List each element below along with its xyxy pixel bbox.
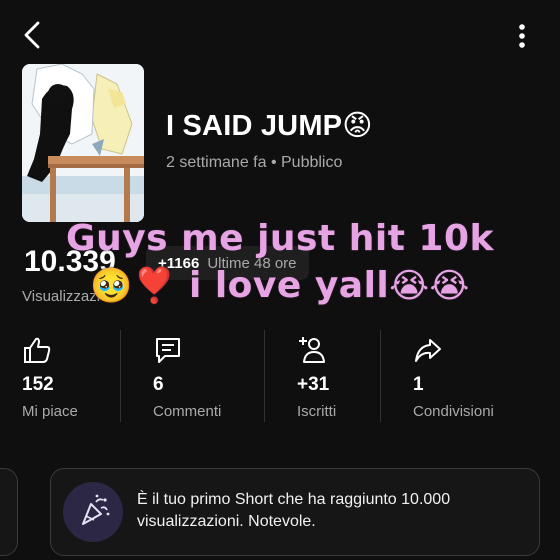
stat-subscribers-label: Iscritti bbox=[297, 403, 337, 420]
upload-age: 2 settimane fa bbox=[166, 154, 267, 171]
visibility-status: Pubblico bbox=[281, 154, 343, 171]
milestone-badge bbox=[63, 482, 123, 542]
stat-shares-value: 1 bbox=[413, 374, 424, 395]
share-icon bbox=[415, 339, 441, 362]
video-title: I SAID JUMP😡 bbox=[166, 110, 373, 142]
top-bar bbox=[0, 0, 560, 70]
angry-face-emoji: 😡 bbox=[342, 110, 373, 142]
comment-icon bbox=[156, 338, 180, 363]
overlay-caption-line2: 🥹❣️ i love yall😭😭 bbox=[0, 265, 560, 306]
back-arrow-icon[interactable] bbox=[18, 18, 48, 52]
milestone-message: È il tuo primo Short che ha raggiunto 10… bbox=[137, 491, 451, 530]
thumbs-up-icon bbox=[24, 337, 51, 363]
crying-emoji: 😭😭 bbox=[389, 266, 470, 306]
pleading-heart-emoji: 🥹❣️ bbox=[90, 266, 176, 306]
stat-comments-label: Commenti bbox=[153, 403, 222, 420]
video-thumbnail[interactable] bbox=[22, 64, 144, 222]
add-subscriber-icon bbox=[299, 337, 325, 363]
previous-card[interactable] bbox=[0, 468, 18, 556]
stat-subscribers-value: +31 bbox=[297, 374, 330, 395]
video-meta: 2 settimane fa • Pubblico bbox=[166, 154, 342, 172]
stat-divider bbox=[264, 330, 265, 422]
stat-comments-value: 6 bbox=[153, 374, 164, 395]
party-popper-icon bbox=[82, 494, 110, 525]
meta-separator: • bbox=[270, 154, 281, 171]
stats-row: 152 Mi piace 6 Commenti +31 Iscritti 1 C… bbox=[0, 330, 560, 430]
stat-shares-label: Condivisioni bbox=[413, 403, 494, 420]
stat-divider bbox=[380, 330, 381, 422]
overlay-caption-line1: Guys me just hit 10k bbox=[66, 218, 494, 259]
stat-likes-value: 152 bbox=[22, 374, 54, 395]
milestone-card[interactable]: È il tuo primo Short che ha raggiunto 10… bbox=[50, 468, 540, 556]
overlay-caption: Guys me just hit 10k 🥹❣️ i love yall😭😭 bbox=[0, 218, 560, 306]
stat-divider bbox=[120, 330, 121, 422]
overlay-caption-line2-text: i love yall bbox=[175, 265, 390, 306]
more-options-icon[interactable] bbox=[508, 20, 536, 52]
stat-likes-label: Mi piace bbox=[22, 403, 78, 420]
